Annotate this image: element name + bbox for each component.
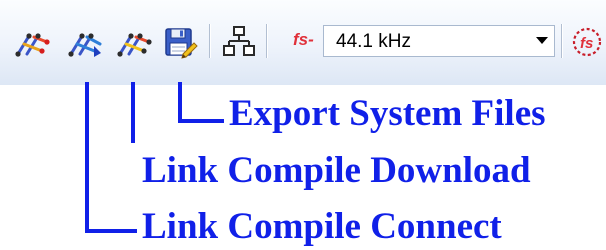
link-compile-connect-callout: Link Compile Connect (142, 206, 502, 247)
export-system-files-callout: Export System Files (229, 93, 546, 134)
link-compile-download-callout: Link Compile Download (142, 150, 531, 191)
export-callout-line (178, 82, 224, 123)
connect-callout-line (85, 82, 137, 233)
